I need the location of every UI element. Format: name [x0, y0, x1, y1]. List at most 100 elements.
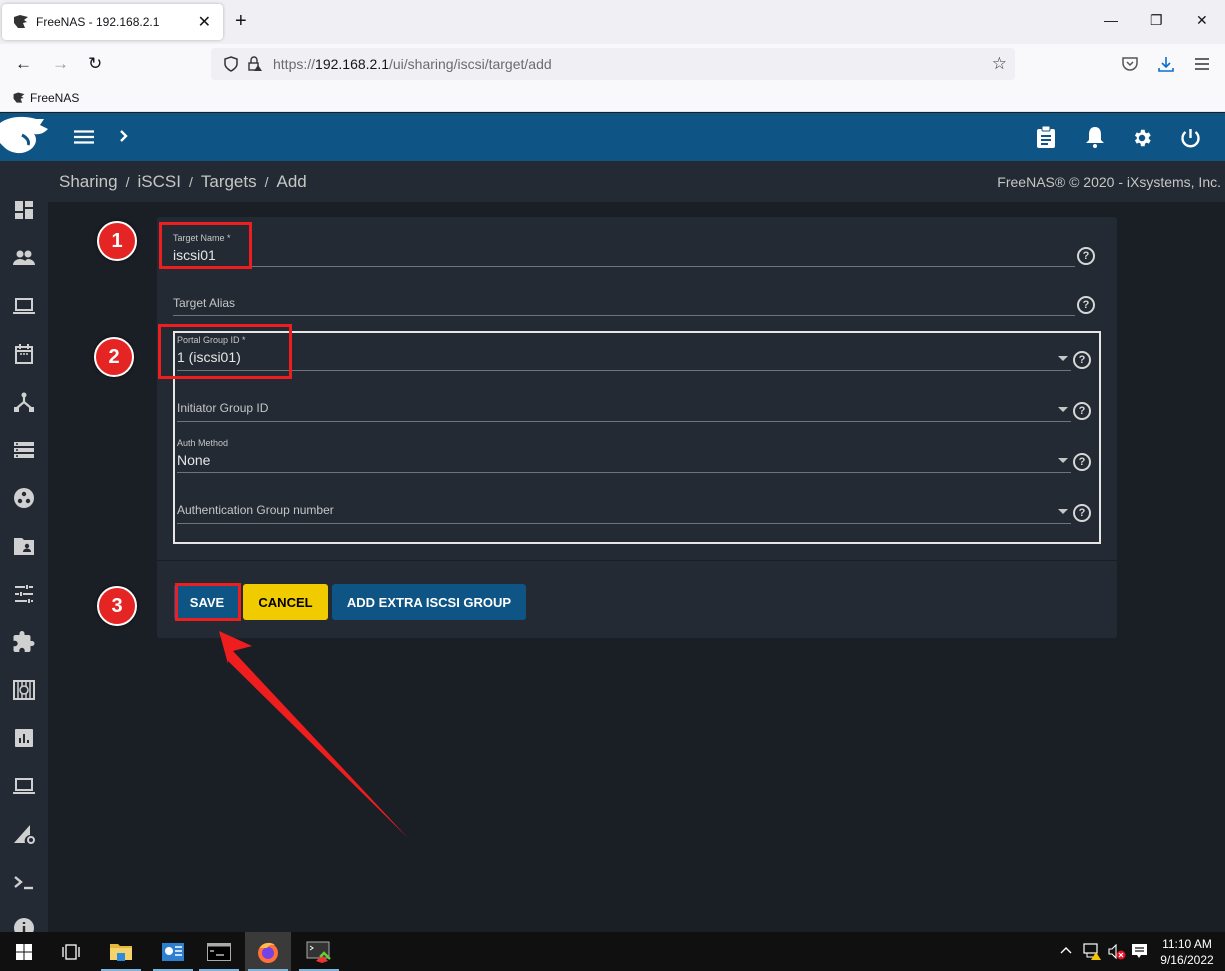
taskbar-server-manager[interactable] [150, 932, 196, 971]
taskbar-clock[interactable]: 11:10 AM 9/16/2022 [1152, 936, 1222, 968]
sharing-folder-icon[interactable] [12, 534, 36, 558]
auth-method-help-icon[interactable]: ? [1073, 453, 1091, 471]
network-warning-icon[interactable] [1083, 943, 1101, 960]
annotation-step-1: 1 [97, 221, 137, 261]
hamburger-menu-icon[interactable] [74, 130, 94, 144]
task-view-button[interactable] [48, 932, 94, 971]
initiator-group-id-dropdown-icon[interactable] [1058, 407, 1068, 412]
taskbar-file-explorer[interactable] [98, 932, 144, 971]
breadcrumb-iscsi[interactable]: iSCSI [138, 172, 181, 191]
auth-group-number-placeholder[interactable]: Authentication Group number [177, 503, 334, 517]
tab-close-icon[interactable]: ✕ [198, 12, 211, 32]
url-text[interactable]: https://192.168.2.1/ui/sharing/iscsi/tar… [273, 56, 992, 72]
target-alias-help-icon[interactable]: ? [1077, 296, 1095, 314]
auth-method-select[interactable]: Auth Method None [177, 438, 228, 468]
auth-method-label: Auth Method [177, 438, 229, 448]
clock-date: 9/16/2022 [1160, 953, 1214, 967]
copyright-text: FreeNAS® © 2020 - iXsystems, Inc. [997, 174, 1221, 190]
breadcrumb-add: Add [276, 172, 307, 191]
services-tune-icon[interactable] [12, 582, 36, 606]
freenas-shark-icon [0, 116, 48, 154]
taskbar-remote-desktop[interactable] [296, 932, 342, 971]
dashboard-icon[interactable] [12, 198, 36, 222]
auth-group-number-dropdown-icon[interactable] [1058, 509, 1068, 514]
initiator-group-id-placeholder[interactable]: Initiator Group ID [177, 401, 268, 415]
add-extra-iscsi-group-button[interactable]: ADD EXTRA ISCSI GROUP [332, 584, 526, 620]
jails-icon[interactable] [12, 678, 36, 702]
task-view-icon [62, 943, 80, 960]
restore-button[interactable]: ❐ [1150, 12, 1163, 29]
taskbar-firefox[interactable] [245, 932, 291, 971]
download-icon[interactable] [1157, 55, 1175, 73]
volume-muted-icon[interactable] [1108, 944, 1126, 960]
clipboard-icon[interactable] [1036, 126, 1056, 148]
system-laptop-icon[interactable] [12, 294, 36, 318]
auth-method-dropdown-icon[interactable] [1058, 458, 1068, 463]
file-explorer-icon [110, 943, 132, 961]
windows-taskbar [0, 932, 1225, 971]
annotation-box-portal-group [158, 324, 292, 379]
shield-icon[interactable] [223, 56, 239, 72]
target-name-help-icon[interactable]: ? [1077, 247, 1095, 265]
initiator-group-id-select[interactable]: Initiator Group ID [177, 401, 268, 415]
chevron-right-icon[interactable] [118, 129, 130, 143]
clock-time: 11:10 AM [1162, 937, 1212, 951]
remote-desktop-icon [306, 941, 331, 963]
accounts-icon[interactable] [12, 246, 36, 270]
network-icon[interactable] [12, 390, 36, 414]
minimize-button[interactable]: — [1104, 12, 1118, 28]
windows-logo-icon [16, 943, 32, 960]
portal-group-id-dropdown-icon[interactable] [1058, 356, 1068, 361]
action-center-icon[interactable] [1131, 943, 1148, 960]
bookmark-freenas[interactable]: FreeNAS [12, 91, 79, 105]
tasks-calendar-icon[interactable] [12, 342, 36, 366]
directory-services-icon[interactable] [12, 486, 36, 510]
annotation-step-3: 3 [97, 586, 137, 626]
start-button[interactable] [1, 932, 47, 971]
portal-group-id-help-icon[interactable]: ? [1073, 351, 1091, 369]
auth-method-underline [177, 472, 1071, 473]
tray-overflow-chevron-icon[interactable] [1060, 946, 1072, 954]
annotation-step-2: 2 [94, 337, 134, 377]
portal-group-id-underline [177, 370, 1071, 371]
reload-button[interactable]: ↻ [88, 54, 102, 74]
display-system-processes-icon[interactable] [12, 822, 36, 846]
virtual-machines-icon[interactable] [12, 774, 36, 798]
url-bar[interactable]: https://192.168.2.1/ui/sharing/iscsi/tar… [211, 48, 1015, 80]
initiator-group-id-help-icon[interactable]: ? [1073, 402, 1091, 420]
bookmark-label: FreeNAS [30, 91, 80, 105]
auth-method-value[interactable]: None [177, 452, 228, 468]
window-close-button[interactable]: ✕ [1196, 12, 1208, 29]
gear-icon[interactable] [1131, 127, 1153, 149]
lock-warning-icon[interactable] [247, 56, 263, 72]
freenas-logo[interactable] [0, 113, 48, 161]
star-icon[interactable]: ☆ [992, 54, 1007, 74]
taskbar-command-prompt[interactable] [196, 932, 242, 971]
firefox-icon [258, 942, 278, 963]
cancel-button[interactable]: CANCEL [243, 584, 328, 620]
browser-tab[interactable]: FreeNAS - 192.168.2.1 ✕ [2, 4, 223, 40]
forward-button[interactable]: → [52, 54, 69, 74]
server-manager-icon [162, 942, 184, 961]
pocket-icon[interactable] [1121, 55, 1139, 73]
bell-icon[interactable] [1085, 126, 1105, 148]
shell-icon[interactable] [12, 870, 36, 894]
menu-icon[interactable] [1194, 57, 1210, 71]
freenas-favicon-icon [14, 15, 28, 28]
target-alias-underline [173, 315, 1075, 316]
new-tab-button[interactable]: + [235, 10, 247, 33]
target-alias-input[interactable]: Target Alias [173, 296, 235, 310]
auth-group-number-select[interactable]: Authentication Group number [177, 503, 334, 517]
storage-icon[interactable] [12, 438, 36, 462]
breadcrumb-targets[interactable]: Targets [201, 172, 257, 191]
sidebar [0, 161, 48, 938]
target-name-underline [173, 266, 1075, 267]
breadcrumb-sharing[interactable]: Sharing [59, 172, 118, 191]
back-button[interactable]: ← [15, 54, 32, 74]
auth-group-number-help-icon[interactable]: ? [1073, 504, 1091, 522]
reporting-chart-icon[interactable] [12, 726, 36, 750]
power-icon[interactable] [1180, 127, 1201, 149]
plugins-puzzle-icon[interactable] [12, 630, 36, 654]
browser-tab-bar: FreeNAS - 192.168.2.1 ✕ + — ❐ ✕ [0, 0, 1225, 44]
target-alias-field[interactable]: Target Alias [173, 296, 235, 310]
